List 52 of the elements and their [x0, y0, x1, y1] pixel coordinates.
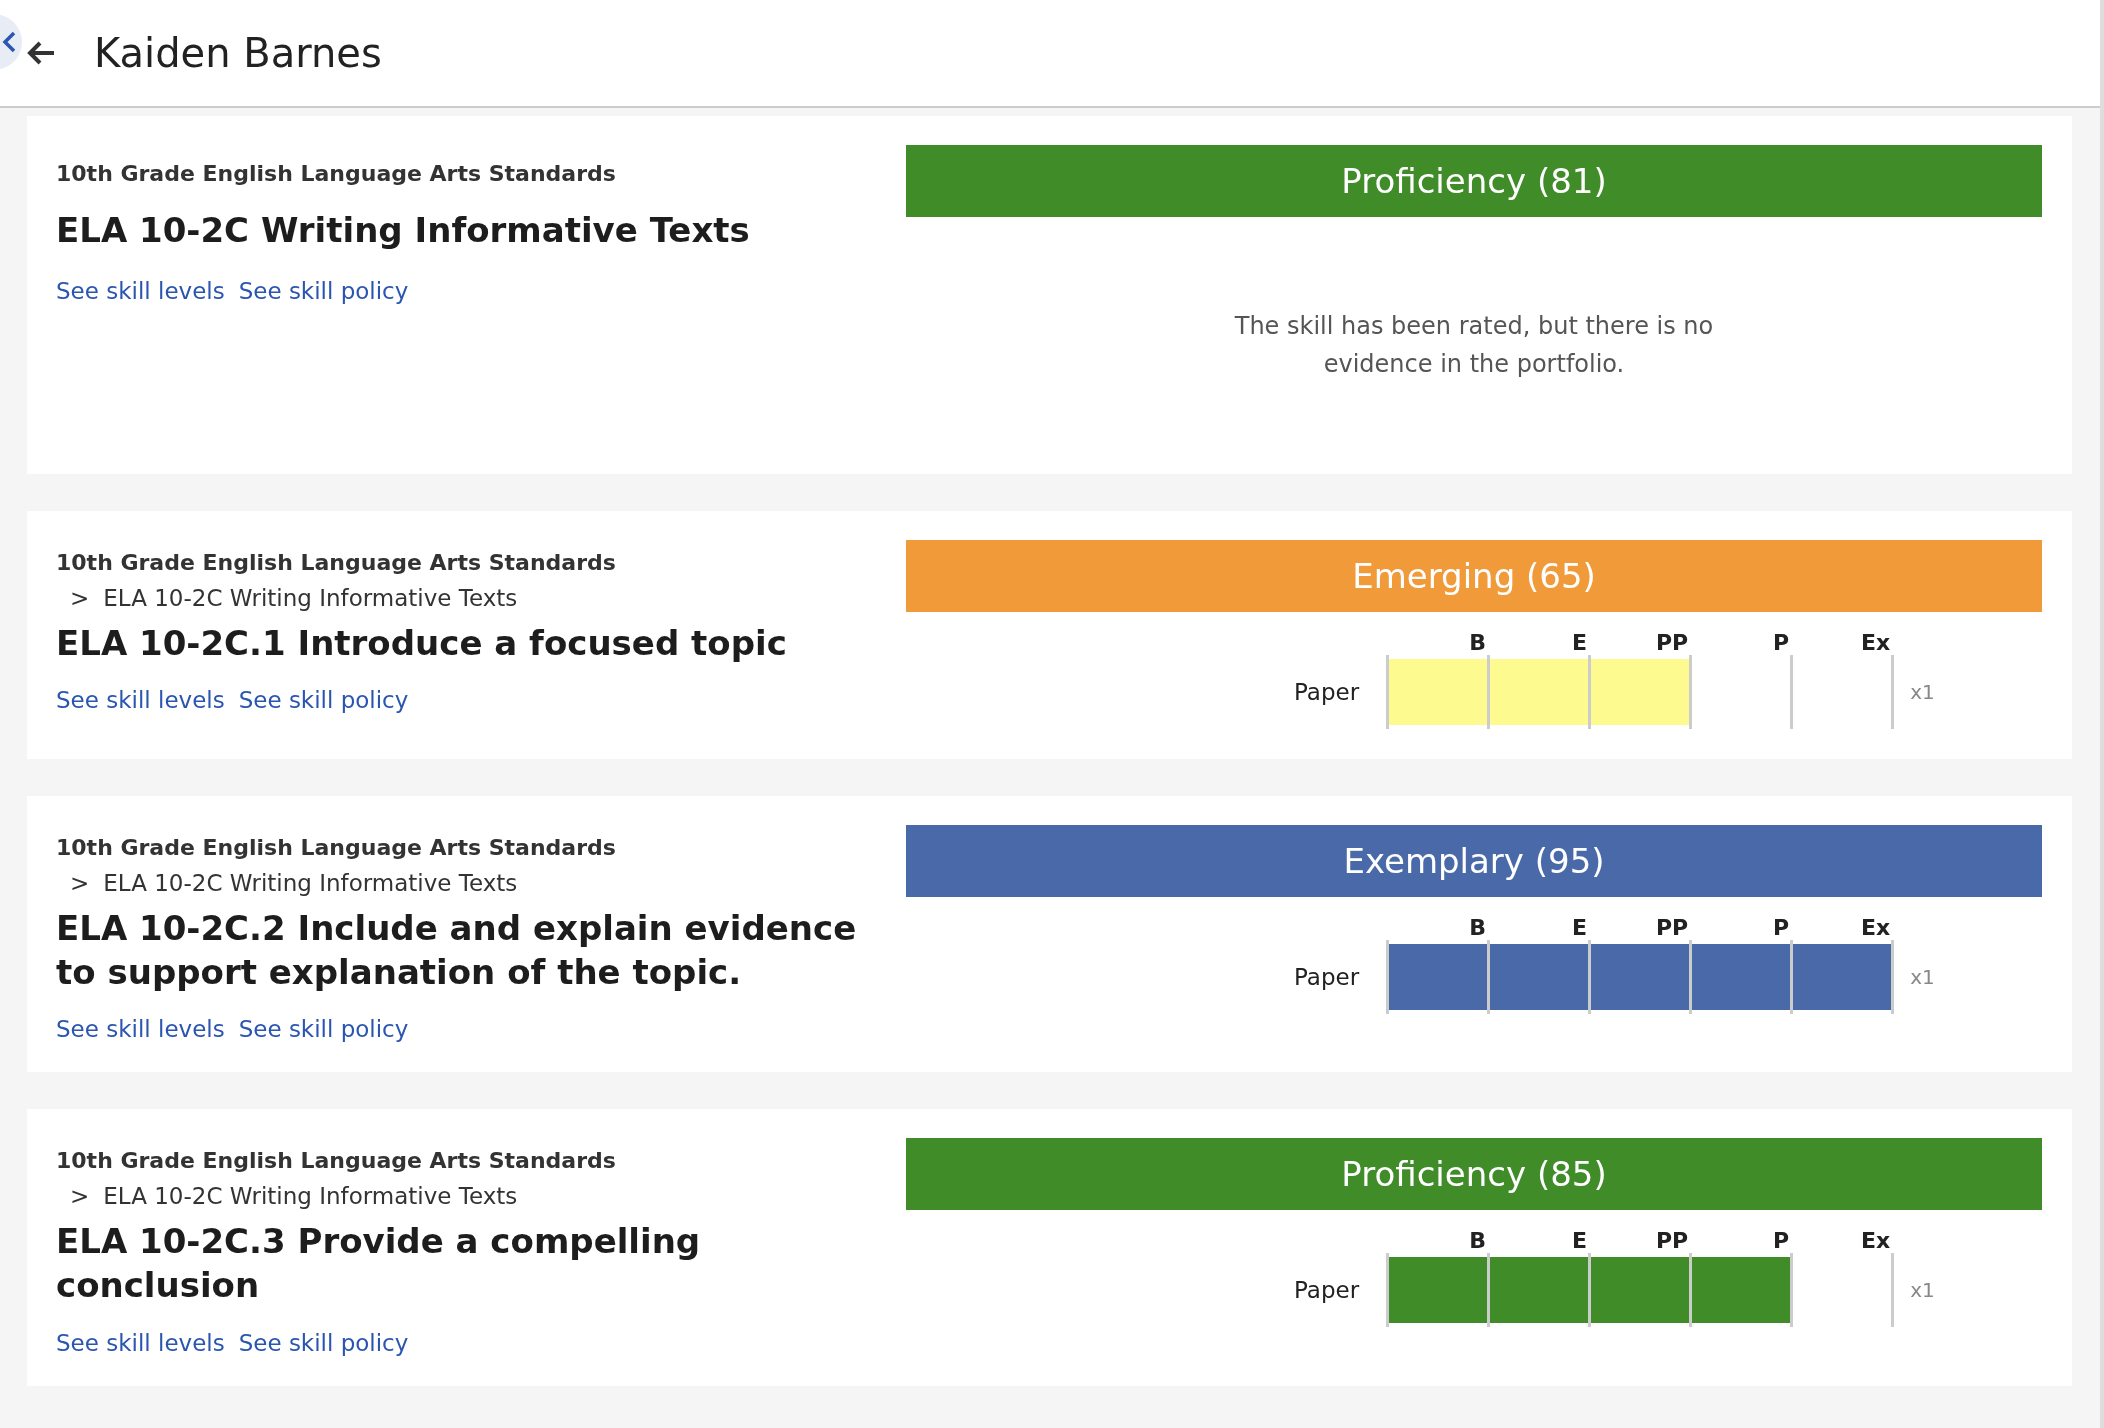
evidence-label: Paper	[1294, 963, 1360, 990]
back-arrow-icon	[26, 40, 56, 66]
skill-title: ELA 10-2C.1 Introduce a focused topic	[56, 621, 788, 665]
standard-name: 10th Grade English Language Arts Standards	[56, 834, 617, 860]
level-label: Ex	[1859, 629, 1892, 655]
level-label: B	[1468, 914, 1488, 940]
level-label: PP	[1654, 629, 1690, 655]
breadcrumb-separator: >	[70, 869, 90, 896]
skill-link[interactable]: See skill policy	[238, 686, 409, 713]
rating-banner: Emerging (65)	[906, 539, 2042, 612]
standard-name: 10th Grade English Language Arts Standards	[56, 1148, 617, 1174]
level-label: E	[1571, 1228, 1589, 1254]
page-title: Kaiden Barnes	[94, 30, 382, 76]
skill-link[interactable]: See skill levels	[56, 278, 225, 305]
skill-link[interactable]: See skill policy	[238, 1329, 409, 1356]
skill-link[interactable]: See skill levels	[56, 1016, 225, 1043]
evidence-count: x1	[1910, 964, 1935, 989]
evidence-count: x1	[1910, 679, 1935, 704]
no-evidence-message: The skill has been rated, but there is no evidence in the portfolio.	[1233, 311, 1715, 381]
breadcrumb-text: ELA 10-2C Writing Informative Texts	[103, 869, 518, 896]
breadcrumb-text: ELA 10-2C Writing Informative Texts	[103, 1183, 518, 1210]
standard-name: 10th Grade English Language Arts Standards	[56, 549, 617, 575]
level-label: E	[1571, 629, 1589, 655]
level-label: E	[1571, 914, 1589, 940]
breadcrumb-separator: >	[70, 1183, 90, 1210]
level-label: PP	[1654, 1228, 1690, 1254]
skill-title: ELA 10-2C.3 Provide a compelling conclusion	[56, 1220, 702, 1308]
skill-title: ELA 10-2C Writing Informative Texts	[56, 209, 751, 252]
skill-link[interactable]: See skill policy	[238, 278, 409, 305]
skill-link[interactable]: See skill policy	[238, 1016, 409, 1043]
skill-link[interactable]: See skill levels	[56, 1329, 225, 1356]
chevron-icon	[2, 31, 16, 53]
level-label: B	[1468, 629, 1488, 655]
level-label: PP	[1654, 914, 1690, 940]
evidence-count: x1	[1910, 1278, 1935, 1303]
level-label: P	[1772, 629, 1791, 655]
level-label: Ex	[1859, 914, 1892, 940]
rating-banner: Proficiency (81)	[906, 145, 2042, 217]
level-label: P	[1772, 914, 1791, 940]
level-label: B	[1468, 1228, 1488, 1254]
skill-title: ELA 10-2C.2 Include and explain evidence to support explanation of the topic.	[56, 906, 858, 994]
back-button[interactable]	[26, 40, 56, 66]
breadcrumb-text: ELA 10-2C Writing Informative Texts	[103, 584, 518, 611]
level-label: Ex	[1859, 1228, 1892, 1254]
evidence-label: Paper	[1294, 678, 1360, 705]
breadcrumb-separator: >	[70, 584, 90, 611]
evidence-label: Paper	[1294, 1277, 1360, 1304]
standard-name: 10th Grade English Language Arts Standards	[56, 161, 617, 186]
rating-banner: Exemplary (95)	[906, 824, 2042, 897]
skill-link[interactable]: See skill levels	[56, 686, 225, 713]
rating-banner: Proficiency (85)	[906, 1138, 2042, 1211]
level-label: P	[1772, 1228, 1791, 1254]
